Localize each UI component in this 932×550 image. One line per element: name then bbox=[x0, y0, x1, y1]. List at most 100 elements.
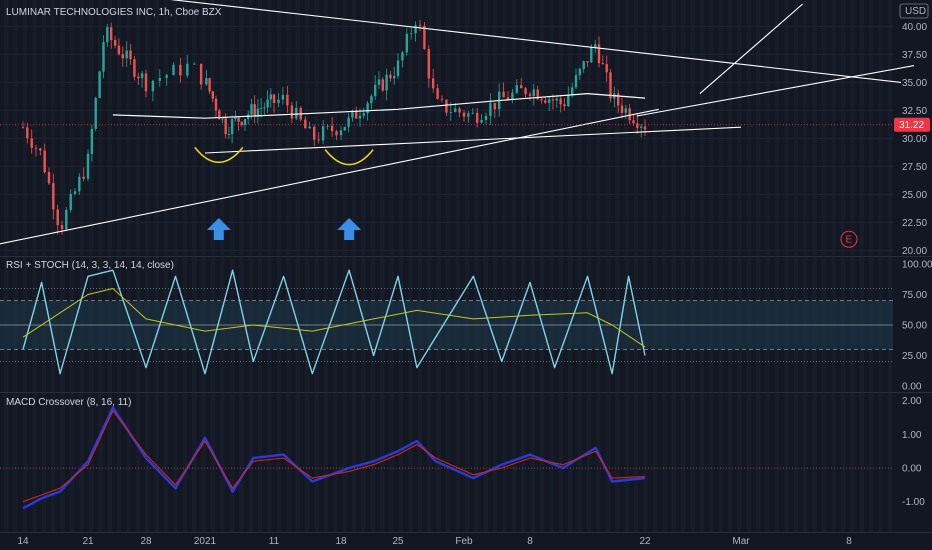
session-band bbox=[709, 0, 714, 532]
candle-body bbox=[193, 63, 196, 65]
session-band bbox=[239, 0, 244, 532]
candle-body bbox=[106, 27, 109, 43]
candle-body bbox=[366, 103, 369, 114]
candle-body bbox=[125, 50, 128, 59]
candle-body bbox=[632, 120, 635, 124]
session-band bbox=[615, 0, 620, 532]
candle-body bbox=[458, 108, 461, 113]
x-tick-label: 18 bbox=[335, 536, 347, 547]
session-band bbox=[850, 0, 855, 532]
candle-body bbox=[110, 27, 113, 41]
candle-body bbox=[436, 88, 439, 99]
session-band bbox=[464, 0, 470, 532]
session-band bbox=[492, 0, 498, 532]
candle-body bbox=[234, 117, 237, 119]
candle-body bbox=[343, 126, 346, 131]
candle-body bbox=[69, 193, 72, 210]
candle-body bbox=[144, 73, 148, 92]
candle-body bbox=[493, 102, 496, 110]
candle-body bbox=[335, 131, 338, 136]
candle-body bbox=[515, 85, 518, 93]
candle-body bbox=[94, 98, 97, 129]
candle-body bbox=[377, 79, 381, 85]
candle-body bbox=[259, 108, 263, 109]
x-tick-label: 2021 bbox=[194, 536, 217, 547]
candle-body bbox=[532, 89, 535, 96]
candle-body bbox=[129, 50, 132, 60]
session-band bbox=[295, 0, 300, 532]
session-band bbox=[408, 0, 413, 532]
candle-body bbox=[347, 117, 350, 127]
candle-body bbox=[90, 128, 94, 154]
session-band bbox=[549, 0, 554, 532]
x-tick-label: 28 bbox=[140, 536, 152, 547]
candle-body bbox=[313, 126, 316, 140]
candle-body bbox=[52, 183, 55, 210]
candle-body bbox=[449, 112, 452, 113]
candle-body bbox=[467, 113, 470, 117]
candle-body bbox=[636, 123, 639, 128]
candle-body bbox=[559, 98, 562, 105]
candle-body bbox=[370, 96, 373, 104]
session-band bbox=[803, 0, 808, 532]
currency-label: USD bbox=[905, 6, 926, 17]
candle-body bbox=[544, 100, 547, 103]
candle-body bbox=[432, 78, 435, 89]
candle-body bbox=[250, 104, 253, 115]
candle-body bbox=[286, 94, 289, 106]
candle-body bbox=[269, 94, 272, 100]
candle-body bbox=[34, 147, 38, 149]
candle-body bbox=[137, 76, 140, 79]
session-band bbox=[774, 0, 780, 532]
candle-body bbox=[401, 52, 404, 61]
candle-body bbox=[208, 78, 211, 92]
rsi-tick-label: 100.00 bbox=[902, 260, 932, 271]
x-tick-label: 8 bbox=[846, 536, 852, 547]
session-band bbox=[370, 0, 376, 532]
price-tick-label: 20.00 bbox=[902, 246, 927, 257]
session-band bbox=[577, 0, 582, 532]
candle-body bbox=[480, 120, 483, 123]
candle-body bbox=[172, 64, 175, 76]
session-band bbox=[351, 0, 357, 532]
candle-body bbox=[133, 59, 136, 77]
candle-body bbox=[555, 98, 558, 101]
candle-body bbox=[358, 115, 362, 119]
currency-badge[interactable]: USD bbox=[899, 3, 929, 19]
candle-body bbox=[199, 63, 203, 85]
session-band bbox=[765, 0, 770, 532]
price-chart[interactable]: E 40.00 37.50 35.00 32.50 30.00 27.50 25.00 22.… bbox=[0, 0, 932, 550]
session-band bbox=[436, 0, 441, 532]
price-tick-label: 37.50 bbox=[902, 50, 927, 61]
candle-body bbox=[423, 25, 426, 50]
session-band bbox=[624, 0, 629, 532]
candle-body bbox=[502, 91, 505, 98]
candle-body bbox=[563, 104, 566, 107]
session-band bbox=[671, 0, 676, 532]
macd-tick-label: 1.00 bbox=[902, 430, 922, 441]
macd-tick-label: 2.00 bbox=[902, 396, 922, 407]
x-tick-label: 25 bbox=[392, 536, 404, 547]
candle-body bbox=[528, 94, 532, 96]
candle-body bbox=[60, 225, 64, 230]
candle-body bbox=[620, 105, 624, 113]
candle-body bbox=[385, 74, 388, 91]
candle-body bbox=[165, 75, 168, 78]
candle-body bbox=[582, 61, 585, 69]
session-band bbox=[840, 0, 846, 532]
candle-body bbox=[140, 73, 144, 79]
session-band bbox=[333, 0, 338, 532]
session-band bbox=[539, 0, 545, 532]
session-band bbox=[756, 0, 761, 532]
session-band bbox=[304, 0, 310, 532]
candle-body bbox=[548, 99, 551, 103]
candle-body bbox=[590, 47, 593, 63]
candle-body bbox=[151, 80, 155, 92]
session-band bbox=[718, 0, 723, 532]
symbol-title: LUMINAR TECHNOLOGIES INC, 1h, Cboe BZX bbox=[6, 7, 222, 18]
candle-body bbox=[571, 87, 574, 96]
price-tick-label: 35.00 bbox=[902, 78, 927, 89]
session-band bbox=[474, 0, 479, 532]
candle-body bbox=[281, 94, 285, 100]
candle-body bbox=[321, 126, 325, 141]
